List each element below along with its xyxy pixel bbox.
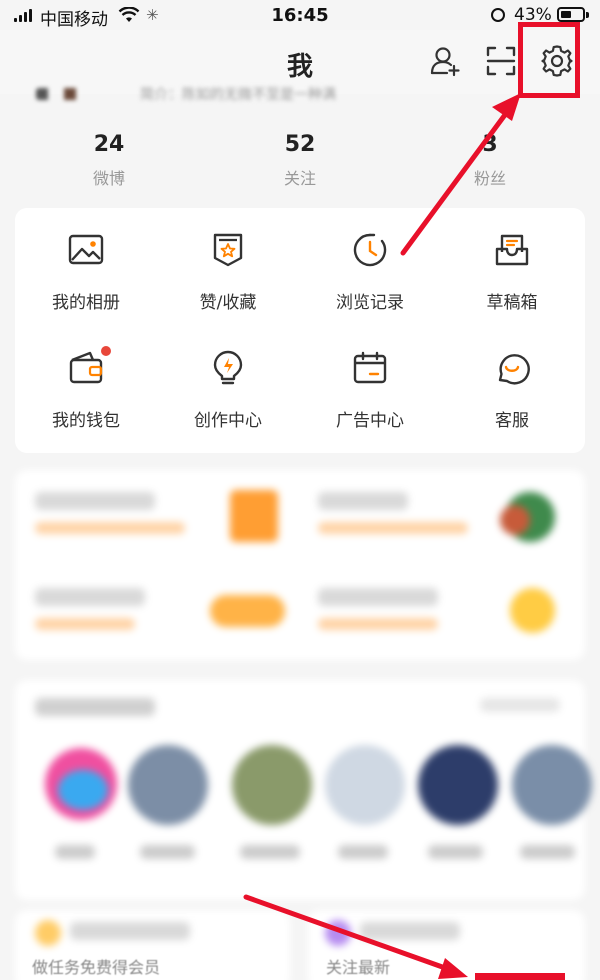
tool-album[interactable]: 我的相册: [15, 208, 157, 318]
tool-history[interactable]: 浏览记录: [299, 208, 441, 318]
customer-service-icon: [498, 354, 530, 385]
drafts-icon: [495, 234, 529, 266]
ad-center-icon: [353, 351, 387, 384]
history-icon: [353, 233, 387, 267]
stat-following[interactable]: 52 关注: [240, 132, 360, 189]
bottom-highlight-box: [475, 973, 565, 980]
follow-latest-text[interactable]: 关注最新: [326, 954, 390, 978]
favorites-icon: [213, 233, 243, 267]
blurred-content: [0, 470, 600, 980]
album-icon: [68, 234, 104, 265]
status-bar: 中国移动 ✳ 16:45 43%: [0, 0, 600, 30]
wallet-icon: [69, 351, 103, 384]
tool-drafts[interactable]: 草稿箱: [441, 208, 583, 318]
task-promo-text[interactable]: 做任务免费得会员: [32, 954, 160, 978]
battery-icon: [557, 7, 585, 22]
profile-bio-snippet: 简介：陈如的无微不至是一种满: [30, 86, 410, 104]
creator-icon: [213, 350, 243, 385]
tool-wallet[interactable]: 我的钱包: [15, 326, 157, 436]
tool-creator-center[interactable]: 创作中心: [157, 326, 299, 436]
stat-fans[interactable]: 3 粉丝: [430, 132, 550, 189]
tool-customer-service[interactable]: 客服: [441, 326, 583, 436]
scan-icon[interactable]: [484, 44, 518, 78]
rotation-lock-icon: [491, 8, 505, 22]
add-friend-icon[interactable]: [428, 44, 462, 78]
notification-dot: [101, 346, 111, 356]
stat-weibo[interactable]: 24 微博: [49, 132, 169, 189]
tool-ad-center[interactable]: 广告中心: [299, 326, 441, 436]
clock: 16:45: [271, 5, 329, 26]
tools-card: 我的相册 赞/收藏 浏览记录 草稿箱 我的钱包 创作中心 广告中心 客服: [15, 208, 585, 453]
settings-highlight-box: [518, 22, 580, 98]
tool-favorites[interactable]: 赞/收藏: [157, 208, 299, 318]
